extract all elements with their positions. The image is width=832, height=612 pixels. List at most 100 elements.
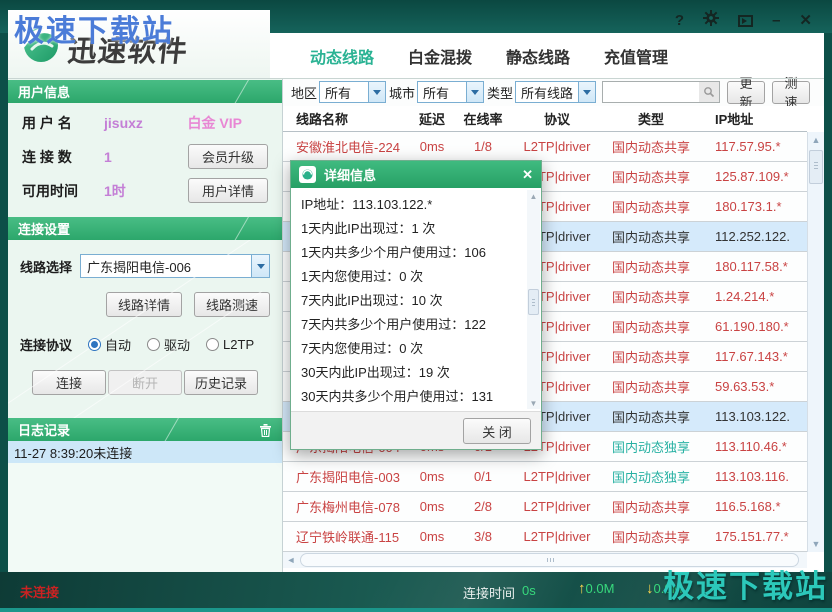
upgrade-button[interactable]: 会员升级 (188, 144, 268, 169)
chevron-down-icon[interactable] (466, 82, 483, 102)
column-header-3[interactable]: 在线率 (455, 109, 511, 128)
modal-detail-line: 7天内此IP出现过：10 次 (301, 289, 524, 313)
minimize-to-tray-icon[interactable] (738, 15, 753, 27)
search-icon[interactable] (699, 82, 719, 102)
nav-tabs: 动态线路 白金混拨 静态线路 充值管理 (270, 33, 824, 78)
protocol-option-3[interactable]: L2TP (206, 335, 254, 354)
update-button[interactable]: 更新 (727, 81, 765, 104)
connection-status: 未连接 (20, 582, 59, 601)
line-speedtest-button[interactable]: 线路测速 (194, 292, 270, 317)
bottom-frame-edge (0, 608, 832, 612)
table-row[interactable]: 辽宁铁岭联通-1150ms3/8L2TP|driver国内动态共享175.151… (283, 522, 807, 552)
available-time-value: 1时 (104, 181, 126, 201)
available-time-label: 可用时间 (22, 181, 104, 201)
vertical-scrollbar[interactable]: ▲ ▼ (807, 132, 824, 552)
scroll-up-icon[interactable]: ▲ (527, 190, 540, 202)
nav-tab-3[interactable]: 静态线路 (506, 44, 570, 68)
cell-type: 国内动态共享 (603, 167, 699, 186)
gear-icon[interactable] (703, 10, 719, 31)
chevron-down-icon[interactable] (368, 82, 385, 102)
modal-title: 详细信息 (324, 165, 376, 184)
region-value: 所有 (320, 83, 368, 102)
column-header-6[interactable]: IP地址 (699, 109, 807, 128)
cell-delay: 0ms (409, 469, 455, 484)
cell-name: 广东揭阳电信-003 (283, 467, 409, 486)
column-header-1[interactable]: 线路名称 (283, 109, 409, 128)
modal-close-icon[interactable]: ✕ (522, 167, 533, 183)
window-controls: ? – ✕ (675, 10, 812, 31)
search-input[interactable] (603, 83, 699, 101)
app-logo-icon (299, 166, 316, 183)
chevron-down-icon[interactable] (251, 255, 269, 277)
column-header-5[interactable]: 类型 (603, 109, 699, 128)
line-detail-button[interactable]: 线路详情 (106, 292, 182, 317)
radio-icon[interactable] (88, 338, 101, 351)
table-row[interactable]: 广东揭阳电信-0030ms0/1L2TP|driver国内动态独享113.103… (283, 462, 807, 492)
history-button[interactable]: 历史记录 (184, 370, 258, 395)
radio-icon[interactable] (206, 338, 219, 351)
help-icon[interactable]: ? (675, 13, 684, 29)
modal-body: IP地址：113.103.122.*1天内此IP出现过：1 次1天内共多少个用户… (291, 188, 526, 411)
nav-tab-4[interactable]: 充值管理 (604, 44, 668, 68)
log-entry[interactable]: 11-27 8:39:20未连接 (8, 441, 282, 463)
cell-name: 辽宁铁岭联通-115 (283, 527, 409, 546)
cell-ip: 112.252.122. (699, 229, 807, 244)
scroll-up-icon[interactable]: ▲ (808, 132, 824, 148)
modal-detail-line: 1天内您使用过：0 次 (301, 265, 524, 289)
cell-online: 1/8 (455, 139, 511, 154)
region-dropdown[interactable]: 所有 (319, 81, 386, 103)
cell-type: 国内动态独享 (603, 467, 699, 486)
watermark-top: 极速下载站 (14, 6, 174, 50)
cell-name: 广东梅州电信-078 (283, 497, 409, 516)
connect-button[interactable]: 连接 (32, 370, 106, 395)
connection-settings-header: 连接设置 (8, 217, 282, 240)
type-dropdown[interactable]: 所有线路 (515, 81, 596, 103)
city-dropdown[interactable]: 所有 (417, 81, 484, 103)
speedtest-button[interactable]: 测速 (772, 81, 810, 104)
cell-online: 0/1 (455, 469, 511, 484)
cell-ip: 59.63.53.* (699, 379, 807, 394)
nav-tab-2[interactable]: 白金混拨 (408, 44, 472, 68)
cell-ip: 113.103.122. (699, 409, 807, 424)
down-arrow-icon: ↓ (646, 580, 654, 597)
nav-tab-1[interactable]: 动态线路 (310, 44, 374, 68)
modal-detail-line: IP地址：113.103.122.* (301, 193, 524, 217)
table-row[interactable]: 安徽淮北电信-2240ms1/8L2TP|driver国内动态共享117.57.… (283, 132, 807, 162)
log-title: 日志记录 (18, 420, 70, 439)
cell-ip: 117.67.143.* (699, 349, 807, 364)
cell-protocol: L2TP|driver (511, 499, 603, 514)
disconnect-button[interactable]: 断开 (108, 370, 182, 395)
modal-detail-line: 7天内共多少个用户使用过：122 (301, 313, 524, 337)
close-icon[interactable]: ✕ (799, 13, 812, 29)
protocol-option-label: L2TP (223, 337, 254, 352)
protocol-option-1[interactable]: 自动 (88, 335, 131, 354)
scroll-left-icon[interactable]: ◄ (284, 552, 298, 568)
protocol-option-2[interactable]: 驱动 (147, 335, 190, 354)
user-detail-button[interactable]: 用户详情 (188, 178, 268, 203)
modal-scrollbar[interactable]: ▲ ▼ (527, 190, 540, 409)
minimize-icon[interactable]: – (772, 13, 780, 29)
modal-detail-line: 7天内您使用过：0 次 (301, 337, 524, 361)
chevron-down-icon[interactable] (578, 82, 595, 102)
modal-close-button[interactable]: 关 闭 (463, 418, 531, 444)
radio-icon[interactable] (147, 338, 160, 351)
table-row[interactable]: 广东梅州电信-0780ms2/8L2TP|driver国内动态共享116.5.1… (283, 492, 807, 522)
cell-ip: 113.110.46.* (699, 439, 807, 454)
cell-ip: 180.117.58.* (699, 259, 807, 274)
column-header-2[interactable]: 延迟 (409, 109, 455, 128)
scroll-down-icon[interactable]: ▼ (527, 397, 540, 409)
cell-delay: 0ms (409, 139, 455, 154)
protocol-options: 自动驱动 L2TP (72, 335, 254, 354)
line-buttons-row: 线路详情 线路测速 (8, 292, 282, 317)
trash-icon[interactable] (259, 423, 272, 437)
app-window: ? – ✕ (0, 0, 832, 612)
line-select-dropdown[interactable]: 广东揭阳电信-006 (80, 254, 270, 278)
upload-rate: ↑0.0M (578, 580, 614, 597)
vip-badge: 白金 VIP (188, 113, 242, 133)
cell-type: 国内动态共享 (603, 287, 699, 306)
cell-type: 国内动态共享 (603, 137, 699, 156)
modal-scroll-thumb[interactable] (528, 289, 539, 315)
scroll-down-icon[interactable]: ▼ (808, 536, 824, 552)
column-header-4[interactable]: 协议 (511, 109, 603, 128)
vertical-scroll-thumb[interactable] (809, 150, 823, 184)
